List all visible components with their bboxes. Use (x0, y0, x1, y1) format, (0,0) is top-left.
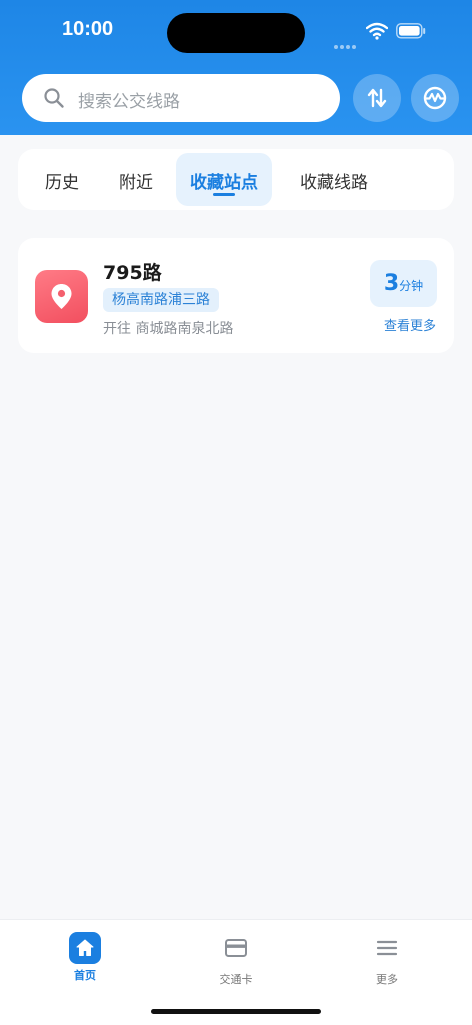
location-pin-icon (51, 284, 72, 309)
card-icon (225, 939, 247, 957)
home-indicator[interactable] (151, 1009, 321, 1014)
search-placeholder: 搜索公交线路 (78, 92, 180, 112)
see-more-link[interactable]: 查看更多 (384, 315, 436, 334)
tab-label: 收藏线路 (300, 173, 368, 193)
eta-value: 3 (383, 271, 400, 296)
metro-logo-icon (423, 86, 447, 110)
tab-nearby[interactable]: 附近 (104, 153, 168, 206)
nav-item-more[interactable]: 更多 (347, 932, 427, 987)
tab-history[interactable]: 历史 (30, 153, 94, 206)
tab-favorite-routes[interactable]: 收藏线路 (286, 153, 382, 206)
tab-bar-card: 历史 附近 收藏站点 收藏线路 (18, 149, 454, 210)
dynamic-island (167, 13, 305, 53)
favorite-stop-card[interactable]: 795路 杨高南路浦三路 开往 商城路南泉北路 3分钟 查看更多 (18, 238, 454, 353)
nav-item-home[interactable]: 首页 (45, 932, 125, 983)
tab-label: 附近 (119, 173, 153, 193)
wifi-icon (366, 22, 388, 40)
nav-item-transit-card[interactable]: 交通卡 (196, 932, 276, 987)
swap-direction-button[interactable] (353, 74, 401, 122)
eta-unit: 分钟 (399, 279, 424, 293)
menu-icon (376, 940, 398, 956)
stop-icon-tile (35, 270, 88, 323)
tab-label: 收藏站点 (190, 173, 258, 193)
status-bar: 10:00 (0, 0, 472, 64)
stop-name-badge: 杨高南路浦三路 (103, 288, 219, 312)
swap-vertical-arrows-icon (367, 88, 387, 108)
app-header: 10:00 搜索公交线路 (0, 0, 472, 135)
nav-label: 交通卡 (219, 973, 253, 986)
home-icon (76, 939, 94, 956)
tab-favorite-stops[interactable]: 收藏站点 (176, 153, 272, 206)
status-time: 10:00 (62, 18, 114, 40)
route-name: 795路 (103, 262, 162, 284)
battery-icon (396, 23, 426, 39)
search-icon (44, 88, 64, 108)
tab-label: 历史 (45, 173, 79, 193)
search-input[interactable]: 搜索公交线路 (22, 74, 340, 122)
nav-label: 更多 (376, 973, 398, 986)
home-tile (69, 932, 101, 964)
nav-label: 首页 (74, 969, 96, 982)
cellular-signal-icon (334, 34, 360, 49)
metro-button[interactable] (411, 74, 459, 122)
active-tab-indicator (213, 193, 235, 196)
eta-badge: 3分钟 (370, 260, 437, 307)
route-direction: 开往 商城路南泉北路 (103, 321, 234, 337)
